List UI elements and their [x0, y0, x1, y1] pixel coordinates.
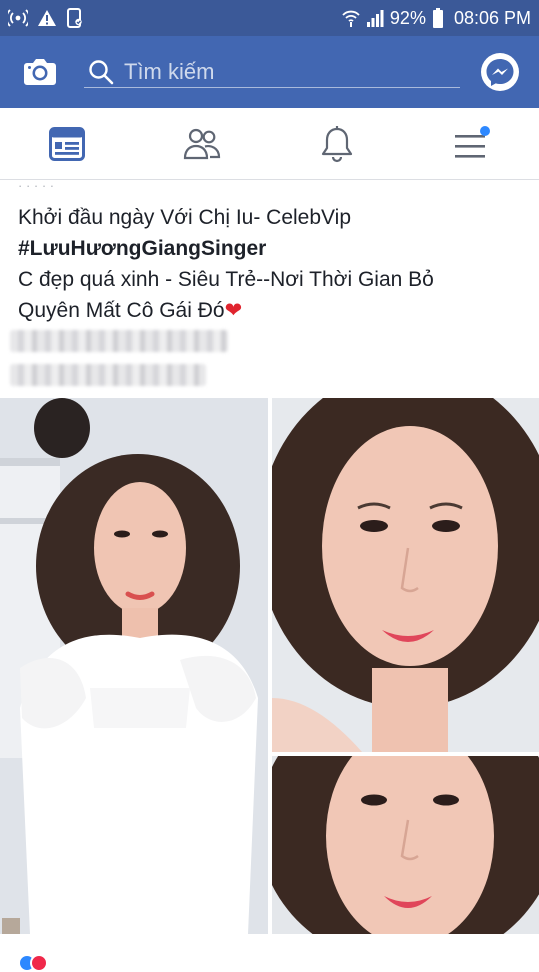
- tab-menu[interactable]: [404, 108, 539, 179]
- status-bar: 92% 08:06 PM: [0, 0, 539, 36]
- portrait-photo-1: [0, 398, 268, 934]
- news-feed-icon: [49, 126, 86, 161]
- screenshot-icon: [67, 8, 82, 28]
- post-card: · · · · · Khởi đầu ngày Với Chị Iu- Cele…: [0, 178, 539, 972]
- search-underline: [84, 87, 460, 88]
- search-box[interactable]: [84, 50, 460, 94]
- status-right: 92% 08:06 PM: [342, 8, 531, 29]
- post-line-3: C đẹp quá xinh - Siêu Trẻ--Nơi Thời Gian…: [18, 268, 434, 291]
- search-input[interactable]: [124, 59, 424, 85]
- menu-icon: [454, 125, 490, 158]
- post-line-4-text: Quyên Mất Cô Gái Đó: [18, 299, 225, 322]
- wifi-calling-icon: [8, 9, 28, 27]
- love-reaction-icon: [30, 954, 48, 972]
- menu-badge-icon: [479, 125, 490, 136]
- battery-icon: [432, 8, 443, 28]
- status-left: [8, 8, 84, 28]
- portrait-photo-2: [272, 398, 539, 752]
- camera-icon: [24, 59, 56, 85]
- post-hashtag[interactable]: #LưuHươngGiangSinger: [18, 233, 523, 264]
- clock: 08:06 PM: [453, 7, 531, 28]
- camera-button[interactable]: [22, 57, 58, 87]
- tab-bar: [0, 108, 539, 180]
- tab-news-feed[interactable]: [0, 108, 135, 179]
- search-icon: [89, 60, 114, 85]
- post-photo-2[interactable]: [272, 398, 539, 752]
- friends-icon: [184, 128, 221, 159]
- portrait-photo-3: [272, 756, 539, 934]
- hotspot-icon: [342, 10, 360, 27]
- bell-icon: [321, 125, 352, 162]
- app-bar: [0, 36, 539, 108]
- tab-friends[interactable]: [135, 108, 270, 179]
- reactions-summary[interactable]: [18, 954, 48, 972]
- heart-emoji-icon: ❤: [224, 299, 243, 322]
- tab-notifications[interactable]: [270, 108, 405, 179]
- warning-icon: [38, 10, 56, 26]
- battery-percent: 92%: [389, 7, 426, 28]
- messenger-icon: [486, 59, 514, 86]
- post-photo-3[interactable]: [272, 756, 539, 934]
- post-text: Khởi đầu ngày Với Chị Iu- CelebVip #LưuH…: [18, 202, 523, 326]
- post-line-4: Quyên Mất Cô Gái Đó❤: [18, 295, 523, 326]
- blurred-text-1: [10, 330, 228, 352]
- post-line-1: Khởi đầu ngày Với Chị Iu- CelebVip: [18, 206, 352, 229]
- blurred-text-2: [10, 364, 206, 386]
- messenger-button[interactable]: [481, 53, 519, 91]
- signal-icon: [366, 10, 384, 27]
- post-meta-faded: · · · · ·: [18, 178, 55, 193]
- post-photo-1[interactable]: [0, 398, 268, 934]
